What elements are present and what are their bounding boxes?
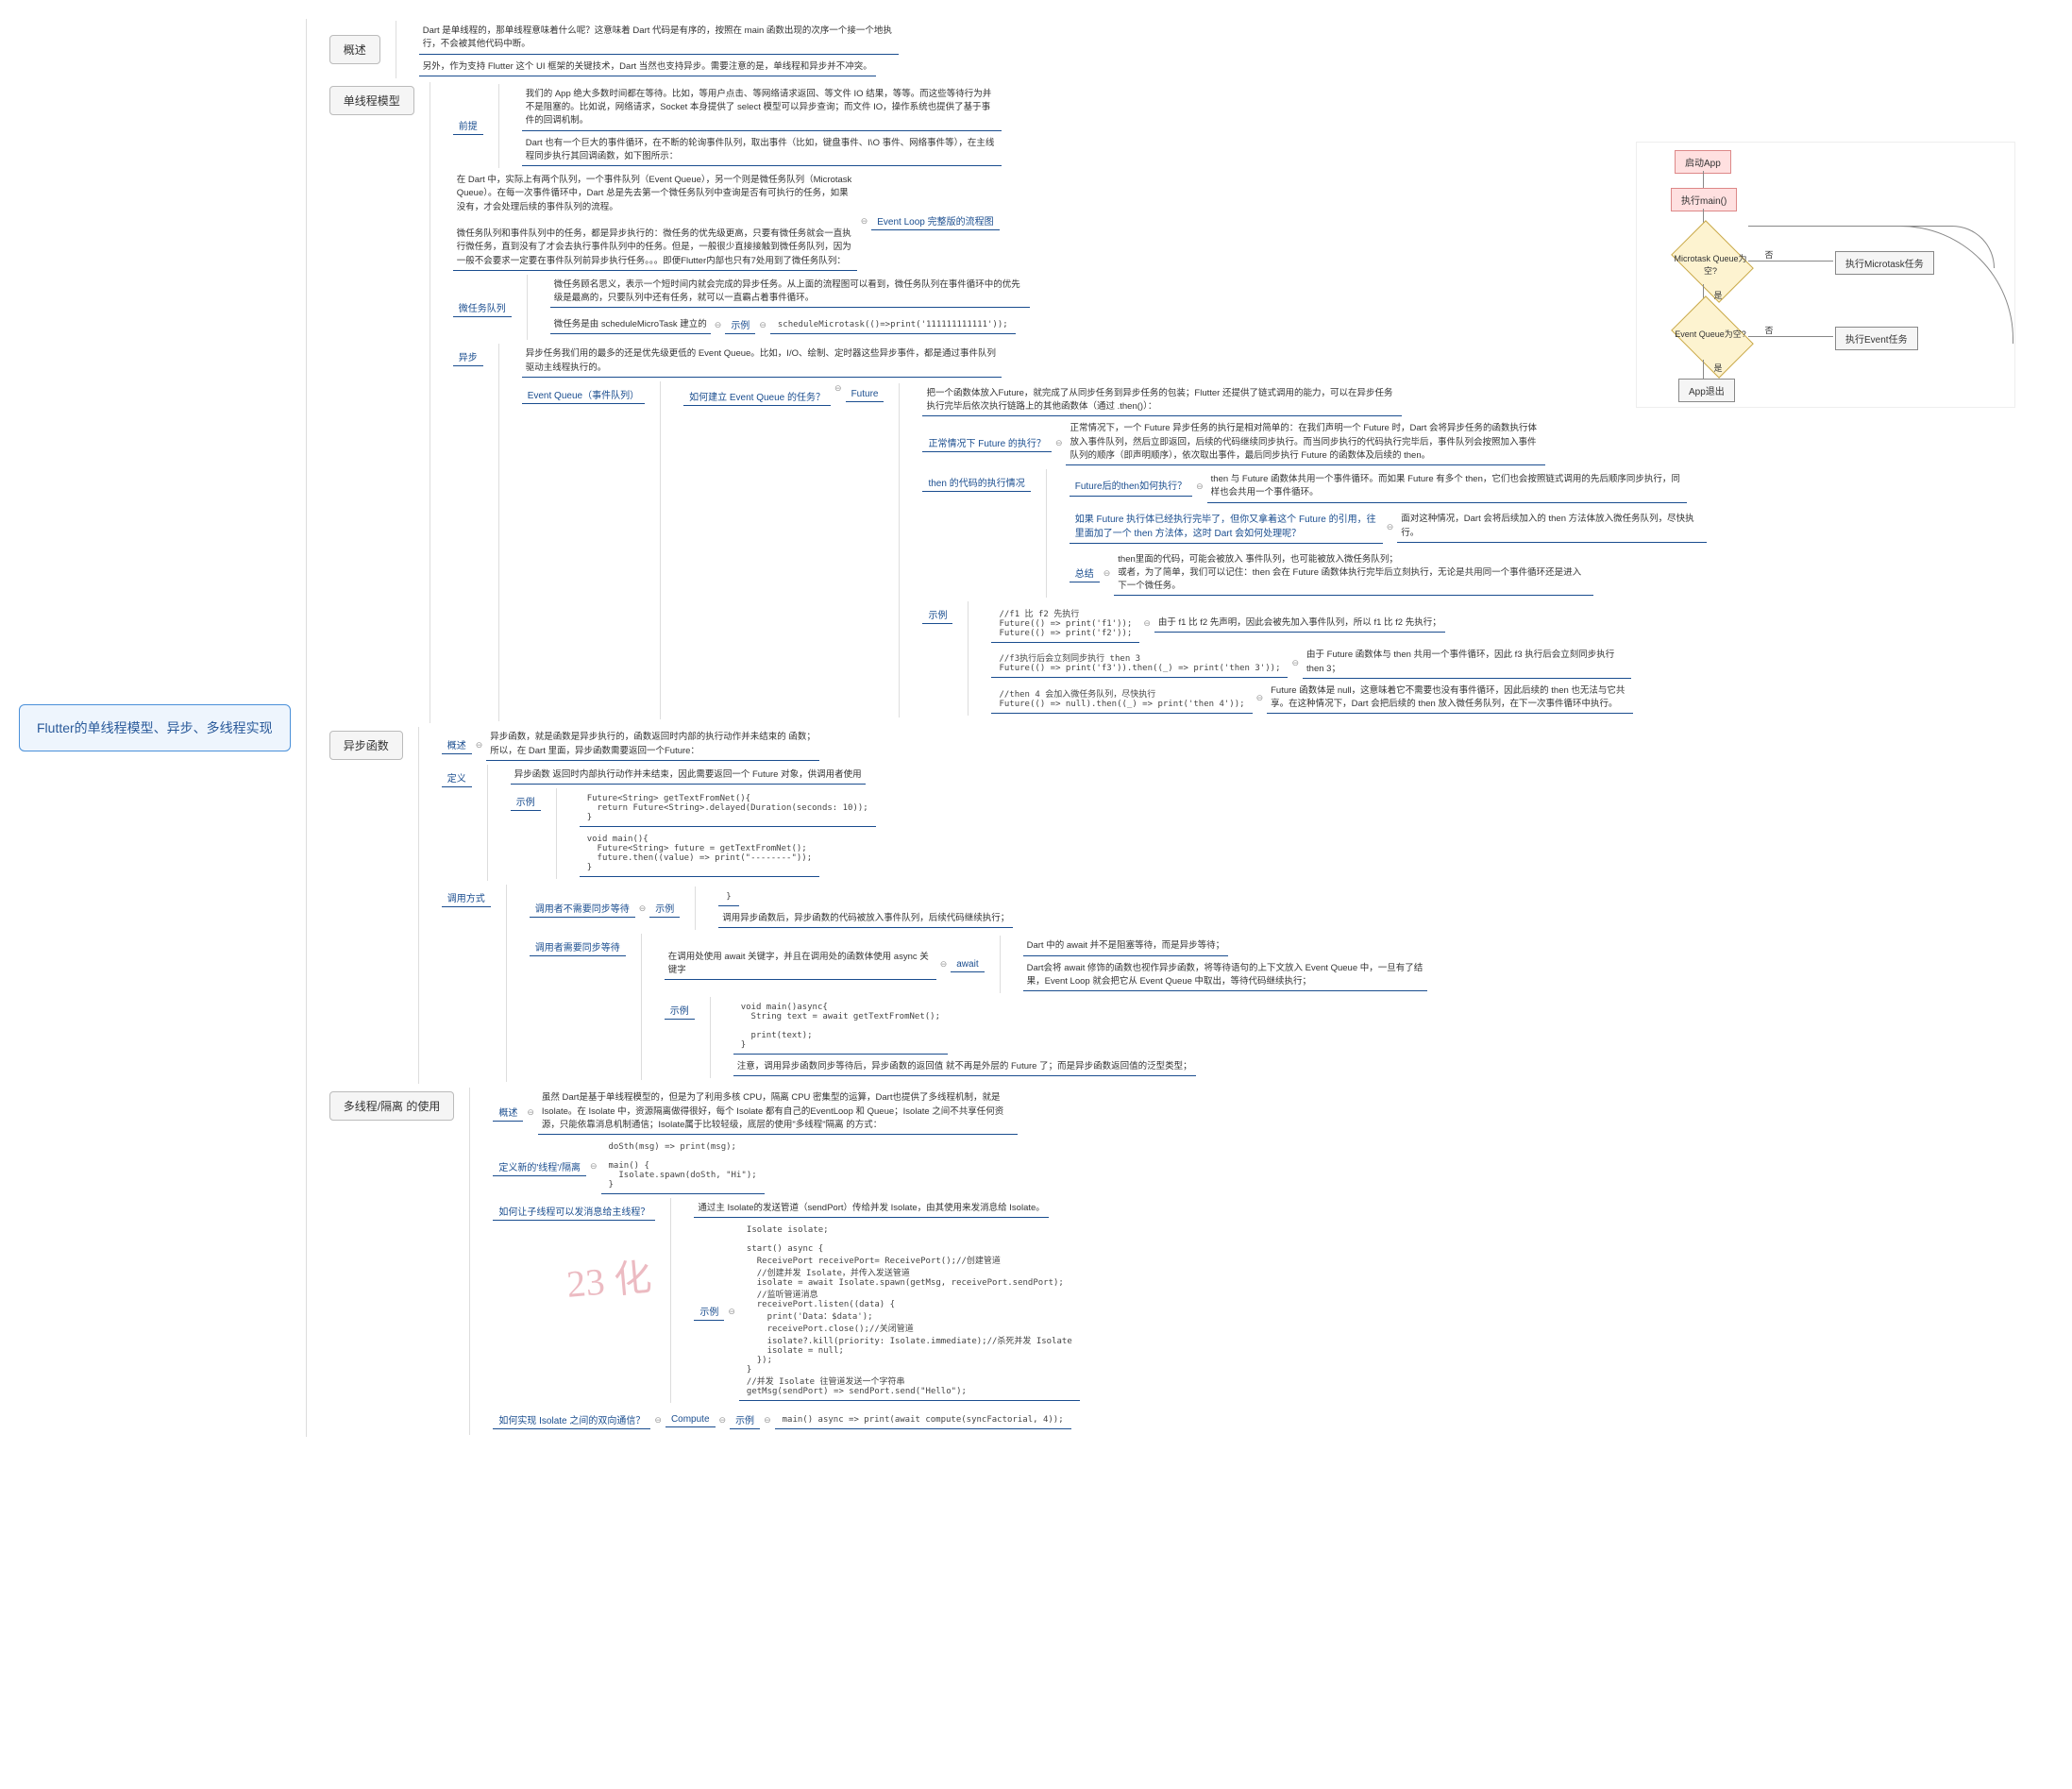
ex3-code: //then 4 会加入微任务队列，尽快执行 Future(() => null…	[991, 684, 1252, 714]
sub-event-queue: Event Queue（事件队列）	[522, 385, 645, 404]
sub-conclusion: 总结	[1070, 564, 1100, 582]
fc-yes2: 是	[1709, 362, 1727, 374]
iso-bi-code: main() async => print(await compute(sync…	[775, 1411, 1071, 1429]
nowait-ex: 示例	[649, 899, 680, 918]
micro-p1: 微任务顾名思义，表示一个短时间内就会完成的异步任务。从上面的流程图可以看到，微任…	[550, 277, 1030, 309]
iso-new-code: doSth(msg) => print(msg); main() { Isola…	[601, 1139, 765, 1194]
sub-examples: 示例	[922, 605, 952, 624]
sub-future: Future	[846, 387, 884, 402]
fc-yes1: 是	[1709, 289, 1727, 301]
event-intro: 异步任务我们用的最多的还是优先级更低的 Event Queue。比如，I/O、绘…	[522, 346, 1002, 378]
await-label: await	[951, 957, 984, 972]
conclusion-text: then里面的代码，可能会被放入 事件队列，也可能被放入微任务队列； 或者，为了…	[1114, 551, 1593, 597]
nowait-code: }	[718, 888, 738, 906]
wait-ex-label: 示例	[665, 1001, 695, 1020]
topic-overview: 概述	[329, 35, 380, 64]
micro-example-label: 示例	[725, 315, 755, 334]
ex2-note: 由于 Future 函数体与 then 共用一个事件循环，因此 f3 执行后会立…	[1303, 647, 1631, 679]
ex3-note: Future 函数体是 null，这意味着它不需要也没有事件循环，因此后续的 t…	[1267, 683, 1633, 715]
nowait-label: 调用者不需要同步等待	[530, 899, 635, 918]
sub-microtask: 微任务队列	[453, 298, 512, 317]
micro-code: scheduleMicrotask(()=>print('11111111111…	[770, 316, 1016, 334]
await-p1: Dart 中的 await 并不是阻塞等待，而是异步等待；	[1023, 937, 1229, 955]
asyncfn-def-label: 定义	[442, 768, 472, 787]
topic-isolate: 多线程/隔离 的使用	[329, 1091, 455, 1121]
ex2-code: //f3执行后会立刻同步执行 then 3 Future(() => print…	[991, 648, 1288, 678]
overview-p1: Dart 是单线程的，那单线程意味着什么呢？这意味着 Dart 代码是有序的，按…	[419, 23, 899, 55]
premise-p1: 我们的 App 绝大多数时间都在等待。比如，等用户点击、等网络请求返回、等文件 …	[522, 86, 1002, 131]
asyncfn-def-code: Future<String> getTextFromNet(){ return …	[580, 790, 876, 827]
iso-back-code: Isolate isolate; start() async { Receive…	[739, 1222, 1080, 1401]
asyncfn-def-call-code: void main(){ Future<String> future = get…	[580, 831, 819, 877]
sub-howto: 如何建立 Event Queue 的任务？	[683, 387, 831, 406]
asyncfn-def-text: 异步函数 返回时内部执行动作并未结束，因此需要返回一个 Future 对象，供调…	[511, 767, 866, 785]
wait-note: 注意，调用异步函数同步等待后，异步函数的返回值 就不再是外层的 Future 了…	[733, 1058, 1196, 1076]
premise-p2: Dart 也有一个巨大的事件循环，在不断的轮询事件队列，取出事件（比如，键盘事件…	[522, 135, 1002, 167]
sub-premise: 前提	[453, 116, 483, 135]
ex1-code: //f1 比 f2 先执行 Future(() => print('f1'));…	[991, 603, 1139, 643]
sub-async: 异步	[453, 347, 483, 366]
micro-p2: 微任务是由 scheduleMicroTask 建立的	[550, 316, 711, 334]
iso-ov-text: 虽然 Dart是基于单线程模型的，但是为了利用多核 CPU，隔离 CPU 密集型…	[538, 1089, 1018, 1135]
future-p1: 把一个函数体放入Future，就完成了从同步任务到异步任务的包装；Flutter…	[922, 385, 1402, 417]
overview-p2: 另外，作为支持 Flutter 这个 UI 框架的关键技术，Dart 当然也支持…	[419, 59, 876, 76]
nowait-note: 调用异步函数后，异步函数的代码被放入事件队列，后续代码继续执行；	[718, 910, 1013, 928]
iso-back-label: 如何让子线程可以发消息给主线程？	[493, 1202, 655, 1221]
normal-text: 正常情况下，一个 Future 异步任务的执行是相对简单的：在我们声明一个 Fu…	[1066, 420, 1545, 465]
ex1-note: 由于 f1 比 f2 先声明，因此会被先加入事件队列，所以 f1 比 f2 先执…	[1154, 615, 1445, 633]
iso-bi-ex-label: 示例	[730, 1410, 760, 1429]
asyncfn-ov-label: 概述	[442, 735, 472, 754]
fc-exit: App退出	[1678, 379, 1735, 402]
asyncfn-ov-text: 异步函数，就是函数是异步执行的，函数返回时内部的执行动作并未结束的 函数； 所以…	[486, 729, 819, 761]
sub-normal-exec: 正常情况下 Future 的执行？	[922, 433, 1051, 452]
single-intro: 在 Dart 中，实际上有两个队列，一个事件队列（Event Queue），另一…	[453, 172, 857, 271]
then-a1: then 与 Future 函数体共用一个事件循环。而如果 Future 有多个…	[1207, 471, 1687, 503]
eventloop-caption: Event Loop 完整版的流程图	[871, 211, 999, 230]
fc-event-q: Event Queue为空?	[1673, 328, 1748, 340]
await-p2: Dart会将 await 修饰的函数也视作异步函数，将等待语句的上下文放入 Ev…	[1023, 960, 1427, 992]
iso-bi-label: 如何实现 Isolate 之间的双向通信？	[493, 1410, 650, 1429]
then-q2: 如果 Future 执行体已经执行完毕了，但你又拿着这个 Future 的引用，…	[1070, 511, 1383, 544]
fc-micro-q: Microtask Queue为空?	[1673, 252, 1748, 277]
wait-label: 调用者需要同步等待	[530, 937, 626, 956]
root-node: Flutter的单线程模型、异步、多线程实现	[19, 704, 291, 751]
wait-text: 在调用处使用 await 关键字，并且在调用处的函数体使用 async 关键字	[665, 949, 936, 981]
then-a2: 面对这种情况，Dart 会将后续加入的 then 方法体放入微任务队列，尽快执行…	[1397, 511, 1707, 543]
eventloop-flowchart: 启动App 执行main() Microtask Queue为空? 否 执行Mi…	[1636, 142, 2015, 408]
iso-ov-label: 概述	[493, 1103, 523, 1122]
topic-async-fn: 异步函数	[329, 731, 403, 760]
iso-back-ex-label: 示例	[694, 1302, 724, 1321]
then-q1: Future后的then如何执行？	[1070, 478, 1192, 497]
wait-code: void main()async{ String text = await ge…	[733, 999, 948, 1055]
iso-new-label: 定义新的'线程'/隔离	[493, 1157, 586, 1176]
asyncfn-call-label: 调用方式	[442, 888, 491, 907]
topic-single-thread: 单线程模型	[329, 86, 414, 115]
iso-back-text: 通过主 Isolate的发送管道（sendPort）传给并发 Isolate，由…	[694, 1200, 1048, 1218]
fc-main: 执行main()	[1671, 188, 1737, 211]
iso-compute-label: Compute	[665, 1412, 716, 1427]
sub-then-exec: then 的代码的执行情况	[922, 473, 1030, 492]
asyncfn-def-ex: 示例	[511, 792, 541, 811]
